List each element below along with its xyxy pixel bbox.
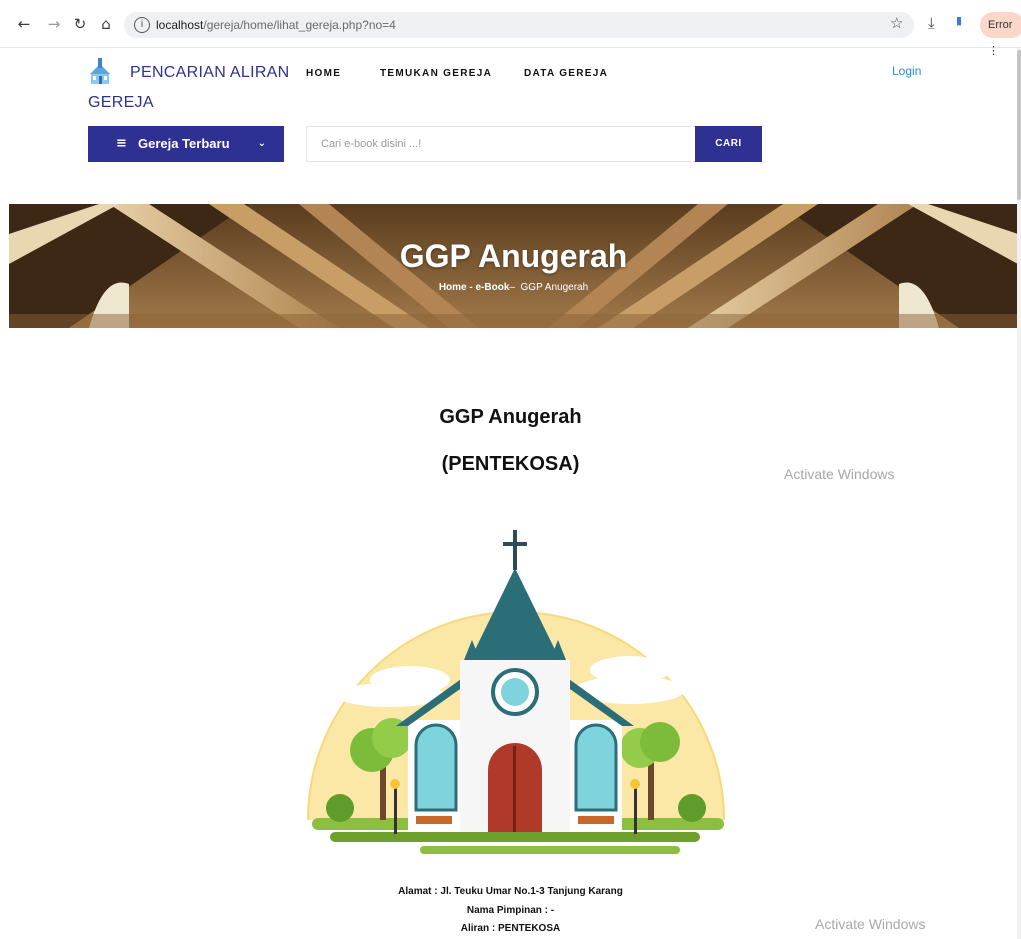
scrollbar-thumb[interactable] [1017, 50, 1021, 200]
breadcrumb-current: GGP Anugerah [520, 282, 589, 293]
activate-windows-watermark-bottom: Activate Windows [815, 916, 926, 932]
browser-toolbar: ← → ↻ ⌂ i localhost/gereja/home/lihat_ge… [0, 0, 1021, 57]
home-icon[interactable]: ⌂ [96, 14, 116, 34]
reload-icon[interactable]: ↻ [70, 14, 90, 34]
site-info-icon[interactable]: i [134, 17, 150, 33]
forward-arrow-icon[interactable]: → [44, 14, 64, 34]
breadcrumb-home-link[interactable]: Home - e-Book [439, 282, 510, 293]
site-brand[interactable]: PENCARIAN ALIRAN GEREJA [88, 58, 298, 118]
church-name-heading: GGP Anugerah [439, 406, 582, 428]
activate-windows-watermark: Activate Windows [784, 466, 895, 482]
extension-icon[interactable]: ▮ [956, 14, 962, 27]
church-illustration [307, 530, 725, 854]
nav-home[interactable]: HOME [306, 68, 341, 79]
category-dropdown-button[interactable]: ≡ Gereja Terbaru ⌄ [88, 126, 284, 162]
download-icon[interactable]: ⤓ [928, 14, 935, 32]
hamburger-icon: ≡ [116, 136, 127, 151]
login-link[interactable]: Login [892, 64, 921, 78]
church-address: Alamat : Jl. Teuku Umar No.1-3 Tanjung K… [398, 886, 623, 897]
address-bar[interactable]: i localhost/gereja/home/lihat_gereja.php… [124, 12, 914, 38]
banner-title: GGP Anugerah [399, 238, 628, 274]
page-banner: GGP Anugerah Home - e-Book– GGP Anugerah [9, 204, 1018, 328]
chevron-down-icon: ⌄ [257, 138, 266, 149]
nav-temukan-gereja[interactable]: TEMUKAN GEREJA [380, 68, 492, 79]
bookmark-star-icon[interactable]: ☆ [890, 14, 903, 32]
address-url[interactable]: localhost/gereja/home/lihat_gereja.php?n… [156, 12, 396, 38]
church-leader: Nama Pimpinan : - [466, 905, 555, 916]
breadcrumb: Home - e-Book– GGP Anugerah [438, 282, 589, 293]
search-input[interactable]: Cari e-book disini ...! [306, 126, 696, 162]
search-button[interactable]: CARI [695, 126, 762, 162]
nav-data-gereja[interactable]: DATA GEREJA [524, 68, 608, 79]
back-arrow-icon[interactable]: ← [14, 14, 34, 34]
profile-error-badge[interactable]: Error ⋮ [980, 12, 1021, 57]
